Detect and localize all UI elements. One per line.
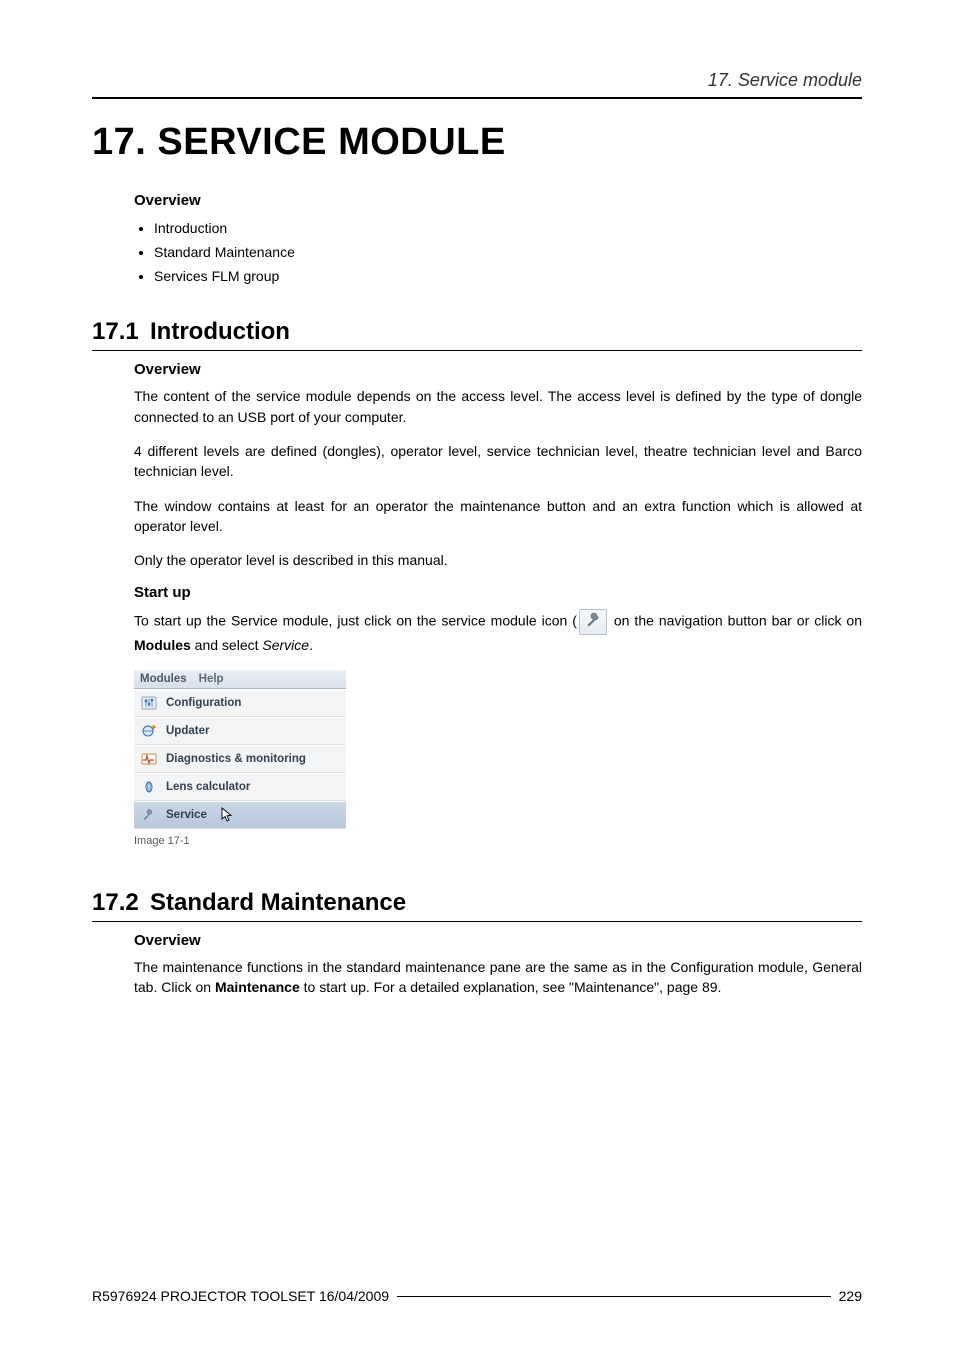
- wrench-icon: [140, 807, 158, 823]
- text-fragment: and select: [191, 637, 263, 653]
- text-fragment: on the navigation button bar or click on: [609, 613, 862, 629]
- menu-item-label: Updater: [166, 725, 209, 737]
- section-title: Introduction: [150, 318, 290, 346]
- menu-item-label: Lens calculator: [166, 781, 250, 793]
- menu-list: Configuration Updater: [134, 689, 346, 829]
- menu-item-service[interactable]: Service: [134, 801, 346, 829]
- text-fragment: To start up the Service module, just cli…: [134, 613, 577, 629]
- footer-page-number: 229: [839, 1288, 862, 1304]
- menu-item-diagnostics[interactable]: Diagnostics & monitoring: [134, 745, 346, 773]
- chapter-title: 17. SERVICE MODULE: [92, 121, 862, 164]
- menu-item-lens-calculator[interactable]: Lens calculator: [134, 773, 346, 801]
- section-17-1-body: Overview The content of the service modu…: [134, 361, 862, 846]
- sec1-p4: Only the operator level is described in …: [134, 550, 862, 570]
- sec1-p2: 4 different levels are defined (dongles)…: [134, 441, 862, 482]
- modules-menu-screenshot: Modules Help: [134, 670, 346, 829]
- overview-list: Introduction Standard Maintenance Servic…: [134, 217, 862, 288]
- menubar-item-help[interactable]: Help: [199, 673, 224, 685]
- image-caption: Image 17-1: [134, 835, 862, 847]
- menu-item-label: Configuration: [166, 697, 241, 709]
- heartbeat-icon: [140, 751, 158, 767]
- cursor-icon: [221, 807, 233, 823]
- wrench-icon: [579, 609, 607, 635]
- section-rule: [92, 350, 862, 351]
- footer-left: R5976924 PROJECTOR TOOLSET 16/04/2009: [92, 1288, 389, 1304]
- overview-heading: Overview: [134, 192, 862, 209]
- menu-item-label: Service: [166, 809, 207, 821]
- section-17-2-heading: 17.2 Standard Maintenance: [92, 889, 862, 917]
- text-italic-service: Service: [262, 637, 309, 653]
- header-rule: [92, 97, 862, 99]
- page: 17. Service module 17. SERVICE MODULE Ov…: [0, 0, 954, 1350]
- sec1-startup-text: To start up the Service module, just cli…: [134, 609, 862, 655]
- sec1-startup-heading: Start up: [134, 584, 862, 601]
- text-fragment: .: [309, 637, 313, 653]
- overview-item: Standard Maintenance: [154, 241, 862, 265]
- text-fragment: to start up. For a detailed explanation,…: [300, 979, 722, 995]
- section-number: 17.2: [92, 889, 150, 917]
- footer-rule: [397, 1296, 831, 1297]
- overview-block: Overview Introduction Standard Maintenan…: [134, 192, 862, 288]
- section-rule: [92, 921, 862, 922]
- section-number: 17.1: [92, 318, 150, 346]
- sliders-icon: [140, 695, 158, 711]
- overview-item: Introduction: [154, 217, 862, 241]
- menu-item-configuration[interactable]: Configuration: [134, 689, 346, 717]
- menu-item-label: Diagnostics & monitoring: [166, 753, 306, 765]
- page-footer: R5976924 PROJECTOR TOOLSET 16/04/2009 22…: [92, 1288, 862, 1304]
- section-17-2-body: Overview The maintenance functions in th…: [134, 932, 862, 998]
- text-bold-modules: Modules: [134, 637, 191, 653]
- sec2-overview-heading: Overview: [134, 932, 862, 949]
- lens-icon: [140, 779, 158, 795]
- sec2-p1: The maintenance functions in the standar…: [134, 957, 862, 998]
- sec1-p1: The content of the service module depend…: [134, 386, 862, 427]
- menubar: Modules Help: [134, 670, 346, 689]
- section-17-1-heading: 17.1 Introduction: [92, 318, 862, 346]
- sec1-p3: The window contains at least for an oper…: [134, 496, 862, 537]
- overview-item: Services FLM group: [154, 265, 862, 289]
- section-title: Standard Maintenance: [150, 889, 406, 917]
- sec1-overview-heading: Overview: [134, 361, 862, 378]
- text-bold-maintenance: Maintenance: [215, 979, 300, 995]
- menu-item-updater[interactable]: Updater: [134, 717, 346, 745]
- globe-arrow-icon: [140, 723, 158, 739]
- running-header: 17. Service module: [92, 70, 862, 91]
- menubar-item-modules[interactable]: Modules: [140, 673, 187, 685]
